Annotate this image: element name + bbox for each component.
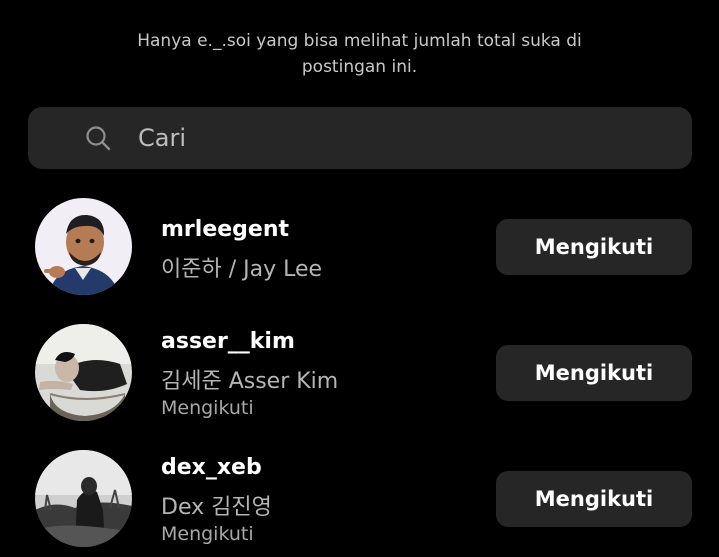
likes-visibility-notice: Hanya e._.soi yang bisa melihat jumlah t… [137,31,582,77]
full-name: 김세준 Asser Kim [161,369,339,394]
list-item[interactable]: dex_xeb Dex 김진영 Mengikuti Mengikuti [0,447,719,557]
list-item[interactable]: asser__kim 김세준 Asser Kim Mengikuti Mengi… [0,321,719,431]
following-status: Mengikuti [161,397,254,419]
search-bar[interactable] [28,107,692,169]
username[interactable]: asser__kim [161,329,295,354]
username[interactable]: dex_xeb [161,455,262,480]
avatar[interactable] [35,450,132,547]
full-name: Dex 김진영 [161,495,272,520]
following-button[interactable]: Mengikuti [496,471,692,527]
avatar[interactable] [35,324,132,421]
following-status: Mengikuti [161,523,254,545]
full-name: 이준하 / Jay Lee [161,257,323,282]
username[interactable]: mrleegent [161,217,289,242]
following-button[interactable]: Mengikuti [496,219,692,275]
avatar[interactable] [35,198,132,295]
search-icon [86,126,111,151]
search-input[interactable] [138,107,658,169]
list-item[interactable]: mrleegent 이준하 / Jay Lee Mengikuti [0,195,719,305]
following-button[interactable]: Mengikuti [496,345,692,401]
